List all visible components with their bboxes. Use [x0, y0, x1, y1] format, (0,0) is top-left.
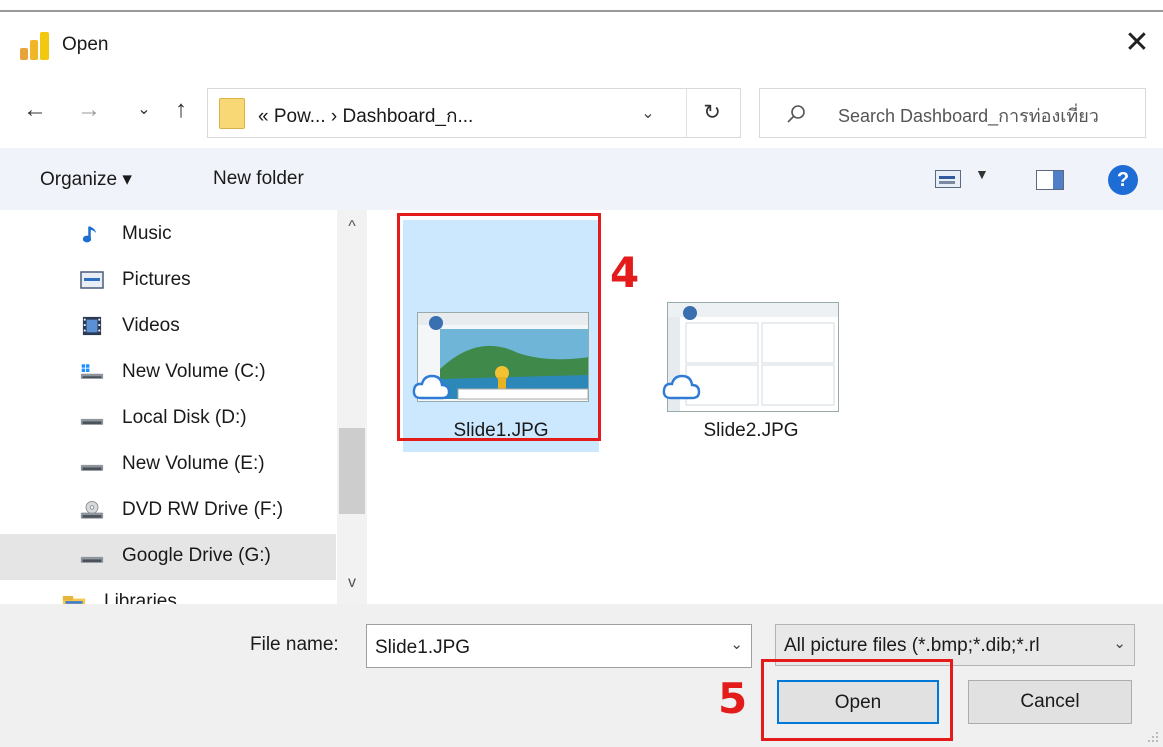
navigation-pane: Music Pictures Videos New Volume (C:) Lo… — [0, 210, 370, 604]
sidebar-item-label: Libraries — [104, 591, 177, 604]
search-icon — [787, 105, 805, 123]
sidebar-item-local-disk-d[interactable]: Local Disk (D:) — [0, 396, 336, 442]
sidebar-item-label: DVD RW Drive (F:) — [122, 499, 284, 520]
sidebar-item-dvd-rw-drive-f[interactable]: DVD RW Drive (F:) — [0, 488, 336, 534]
drive-icon — [80, 464, 104, 471]
window-title: Open — [62, 34, 109, 55]
address-dropdown-icon[interactable]: ⌄ — [633, 99, 663, 129]
navigation-bar: ← → ⌄ ↑ « Pow... › Dashboard_ก... ⌄ ↻ Se… — [0, 72, 1163, 148]
scroll-thumb[interactable] — [339, 428, 365, 514]
libraries-icon — [62, 596, 86, 604]
scroll-down-icon[interactable]: v — [337, 574, 367, 592]
preview-pane-icon[interactable] — [1036, 170, 1064, 190]
up-arrow-icon[interactable]: ↑ — [166, 92, 196, 128]
command-toolbar: Organize ▾ New folder ▼ ? — [0, 148, 1163, 210]
resize-grip-icon[interactable] — [1145, 729, 1159, 743]
refresh-icon[interactable]: ↻ — [693, 97, 731, 129]
sidebar-item-music[interactable]: Music — [0, 212, 336, 258]
sidebar-item-label: New Volume (C:) — [122, 361, 266, 382]
new-folder-button[interactable]: New folder — [213, 168, 304, 190]
top-border — [0, 0, 1163, 12]
annotation-step-5: 5 — [718, 674, 748, 723]
file-type-dropdown-icon[interactable]: ⌄ — [1113, 634, 1126, 652]
cloud-sync-icon — [662, 374, 701, 400]
help-icon[interactable]: ? — [1108, 165, 1138, 195]
view-options-icon[interactable] — [935, 170, 961, 188]
file-name-dropdown-icon[interactable]: ⌄ — [730, 635, 743, 653]
sidebar-item-videos[interactable]: Videos — [0, 304, 336, 350]
sidebar-scrollbar[interactable]: ^ v — [337, 210, 367, 604]
pictures-icon — [80, 271, 104, 289]
videos-icon — [82, 316, 102, 336]
dialog-footer: File name: Slide1.JPG ⌄ All picture file… — [0, 604, 1163, 747]
back-arrow-icon[interactable]: ← — [20, 92, 50, 128]
sidebar-item-label: Music — [122, 223, 172, 244]
sidebar-item-label: Local Disk (D:) — [122, 407, 247, 428]
sidebar-item-pictures[interactable]: Pictures — [0, 258, 336, 304]
sidebar-item-label: Videos — [122, 315, 180, 336]
organize-menu[interactable]: Organize ▾ — [40, 168, 132, 191]
sidebar-item-label: Google Drive (G:) — [122, 545, 271, 566]
title-bar: Open ✕ — [0, 14, 1163, 72]
file-name-label: File name: — [250, 634, 339, 655]
view-dropdown-icon[interactable]: ▼ — [975, 166, 989, 182]
file-name: Slide2.JPG — [703, 420, 799, 441]
address-divider — [686, 89, 687, 137]
breadcrumb[interactable]: « Pow... › Dashboard_ก... — [258, 101, 473, 131]
sidebar-item-label: New Volume (E:) — [122, 453, 265, 474]
close-icon[interactable]: ✕ — [1120, 26, 1154, 60]
file-name-value[interactable]: Slide1.JPG — [375, 637, 470, 659]
annotation-highlight-file — [397, 213, 601, 441]
file-type-value: All picture files (*.bmp;*.dib;*.rl — [784, 635, 1040, 656]
file-list: Slide1.JPG Slide2.JPG 4 — [370, 210, 1163, 604]
forward-arrow-icon[interactable]: → — [74, 92, 104, 128]
sidebar-item-libraries[interactable]: Libraries — [0, 580, 318, 604]
cancel-button[interactable]: Cancel — [968, 680, 1132, 724]
scroll-up-icon[interactable]: ^ — [337, 218, 367, 236]
power-bi-logo-icon — [20, 32, 52, 60]
address-bar[interactable]: « Pow... › Dashboard_ก... ⌄ ↻ — [207, 88, 741, 138]
sidebar-item-new-volume-e[interactable]: New Volume (E:) — [0, 442, 336, 488]
file-item-slide2[interactable]: Slide2.JPG — [653, 220, 849, 452]
drive-icon — [80, 556, 104, 563]
annotation-step-4: 4 — [610, 248, 640, 297]
search-input[interactable]: Search Dashboard_การท่องเที่ยว — [838, 101, 1138, 130]
drive-icon — [80, 418, 104, 425]
windows-drive-icon — [80, 364, 104, 379]
music-icon — [82, 226, 97, 243]
search-box[interactable]: Search Dashboard_การท่องเที่ยว — [759, 88, 1146, 138]
annotation-highlight-open — [761, 659, 953, 741]
folder-icon — [219, 98, 245, 129]
sidebar-item-label: Pictures — [122, 269, 191, 290]
dvd-drive-icon — [80, 500, 104, 519]
sidebar-item-new-volume-c[interactable]: New Volume (C:) — [0, 350, 336, 396]
file-name-field[interactable]: Slide1.JPG ⌄ — [366, 624, 752, 668]
sidebar-item-google-drive-g[interactable]: Google Drive (G:) — [0, 534, 336, 580]
recent-locations-chevron-icon[interactable]: ⌄ — [134, 92, 154, 128]
